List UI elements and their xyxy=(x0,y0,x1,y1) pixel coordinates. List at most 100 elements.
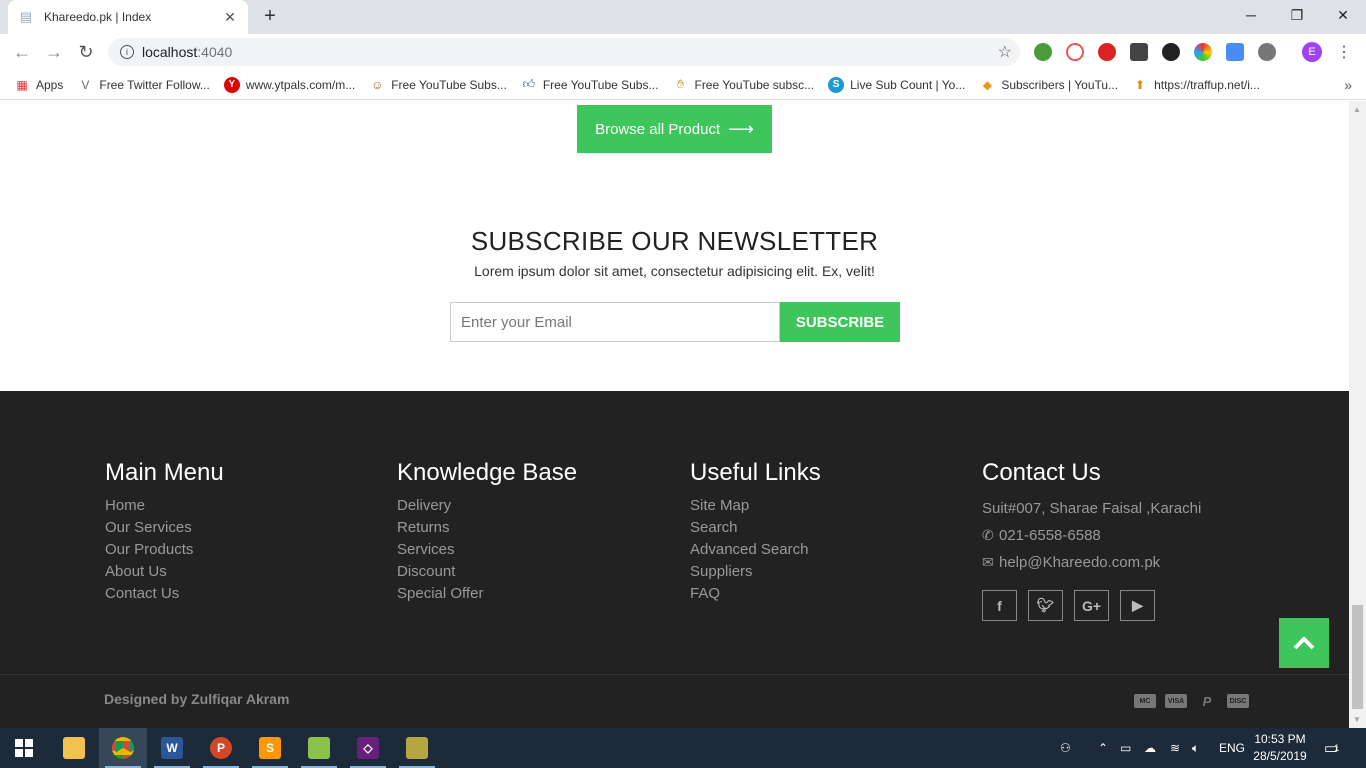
file-explorer-icon[interactable] xyxy=(50,728,98,768)
battery-icon[interactable]: ▭ xyxy=(1120,728,1131,768)
bookmark-star-icon[interactable]: ☆ xyxy=(998,42,1012,62)
word-icon[interactable]: W xyxy=(148,728,196,768)
y-icon: Y xyxy=(223,76,240,93)
extension-icon[interactable] xyxy=(1066,43,1084,61)
footer-main-menu: Main Menu Home Our Services Our Products… xyxy=(105,459,224,605)
footer-link[interactable]: Returns xyxy=(397,517,577,539)
address-bar[interactable]: i localhost:4040 ☆ xyxy=(108,38,1020,66)
tb-extension-icon[interactable] xyxy=(1130,43,1148,61)
sublime-text-icon[interactable]: S xyxy=(246,728,294,768)
bookmark-label: Free YouTube Subs... xyxy=(542,77,659,92)
word-logo-icon: W xyxy=(161,737,183,759)
bookmark-item[interactable]: Ywww.ytpals.com/m... xyxy=(217,76,362,93)
footer-link[interactable]: Advanced Search xyxy=(690,539,821,561)
scroll-down-icon[interactable]: ▼ xyxy=(1353,715,1361,724)
footer-link[interactable]: Delivery xyxy=(397,495,577,517)
bookmark-item[interactable]: ✋︎ Free YouTube subsc... xyxy=(665,77,821,93)
contact-phone: ✆ 021-6558-6588 xyxy=(982,522,1201,549)
email-input[interactable] xyxy=(450,302,780,342)
newsletter-title: SUBSCRIBE OUR NEWSLETTER xyxy=(470,226,879,256)
arrow-right-icon: ⟶ xyxy=(728,118,754,139)
browser-menu-icon[interactable]: ⋮ xyxy=(1336,42,1352,62)
close-tab-icon[interactable]: ✕ xyxy=(222,9,238,26)
back-to-top-button[interactable] xyxy=(1279,618,1329,668)
people-icon[interactable]: ⚇ xyxy=(1060,728,1071,768)
start-icon[interactable] xyxy=(0,728,48,768)
powerpoint-logo-icon: P xyxy=(210,737,232,759)
vs-logo-icon: ◇ xyxy=(357,737,379,759)
sublime-logo-icon: S xyxy=(259,737,281,759)
k-extension-icon[interactable] xyxy=(1162,43,1180,61)
address-port: :4040 xyxy=(197,44,233,60)
footer-link[interactable]: Our Products xyxy=(105,539,224,561)
info-icon[interactable]: i xyxy=(120,45,134,59)
forward-icon[interactable]: → xyxy=(38,36,70,68)
footer-heading: Useful Links xyxy=(690,459,821,486)
facebook-icon[interactable]: f xyxy=(982,590,1017,621)
browse-all-products-button[interactable]: Browse all Product ⟶ xyxy=(577,105,772,153)
footer-link[interactable]: FAQ xyxy=(690,583,821,605)
bookmark-item[interactable]: V Free Twitter Follow... xyxy=(70,77,216,93)
diamond-icon: ◆ xyxy=(982,77,992,92)
footer-link[interactable]: Search xyxy=(690,517,821,539)
footer-knowledge-base: Knowledge Base Delivery Returns Services… xyxy=(397,459,577,605)
visual-studio-icon[interactable]: ◇ xyxy=(344,728,392,768)
more-bookmarks-icon[interactable]: » xyxy=(1344,77,1352,93)
email-address[interactable]: help@Khareedo.com.pk xyxy=(999,554,1160,571)
footer-link[interactable]: Special Offer xyxy=(397,583,577,605)
close-window-button[interactable]: ✕ xyxy=(1320,0,1366,30)
footer-link[interactable]: Site Map xyxy=(690,495,821,517)
extension-icon[interactable] xyxy=(1226,43,1244,61)
chevron-up-icon xyxy=(1293,636,1315,650)
footer-link[interactable]: Discount xyxy=(397,561,577,583)
google-plus-icon[interactable]: G+ xyxy=(1074,590,1109,621)
wifi-icon[interactable]: ≋ xyxy=(1170,728,1180,768)
restore-button[interactable]: ❐ xyxy=(1274,0,1320,30)
minimize-button[interactable]: ─ xyxy=(1228,0,1274,30)
browser-toolbar: ← → ↻ i localhost:4040 ☆ E ⋮ xyxy=(0,34,1366,70)
payment-methods: MC VISA P DISC xyxy=(1134,694,1258,709)
notepad-plus-icon[interactable] xyxy=(295,728,343,768)
v-icon: V xyxy=(81,77,90,92)
footer-link[interactable]: Contact Us xyxy=(105,583,224,605)
subscribe-button[interactable]: SUBSCRIBE xyxy=(780,302,900,342)
page-viewport: Browse all Product ⟶ SUBSCRIBE OUR NEWSL… xyxy=(0,101,1349,728)
language-indicator[interactable]: ENG xyxy=(1219,728,1245,768)
powerpoint-icon[interactable]: P xyxy=(197,728,245,768)
contact-email: ✉ help@Khareedo.com.pk xyxy=(982,549,1201,576)
bookmark-item[interactable]: ☺ Free YouTube Subs... xyxy=(362,77,514,93)
onedrive-icon[interactable]: ☁ xyxy=(1144,728,1156,768)
extension-icon[interactable] xyxy=(1034,43,1052,61)
profile-avatar[interactable]: E xyxy=(1302,42,1322,62)
footer-link[interactable]: Home xyxy=(105,495,224,517)
footer-link[interactable]: Our Services xyxy=(105,517,224,539)
bookmark-item[interactable]: 👍︎ Free YouTube Subs... xyxy=(514,77,666,93)
chrome-icon[interactable] xyxy=(99,728,147,768)
twitter-icon[interactable]: 🐦︎ xyxy=(1028,590,1063,621)
bookmark-item[interactable]: ◆ Subscribers | YouTu... xyxy=(972,77,1125,93)
reload-icon[interactable]: ↻ xyxy=(70,36,102,68)
bookmark-item[interactable]: ⬆ https://traffup.net/i... xyxy=(1125,77,1267,93)
settings-extension-icon[interactable] xyxy=(1258,43,1276,61)
notifications-icon[interactable]: ▭ 1 xyxy=(1324,728,1339,768)
bookmark-item[interactable]: S Live Sub Count | Yo... xyxy=(821,76,972,93)
new-tab-button[interactable]: + xyxy=(258,4,282,28)
heart-extension-icon[interactable] xyxy=(1098,43,1116,61)
scroll-up-icon[interactable]: ▲ xyxy=(1353,105,1361,114)
color-extension-icon[interactable] xyxy=(1194,43,1212,61)
show-hidden-icons[interactable]: ⌃ xyxy=(1098,728,1108,768)
footer-link[interactable]: Suppliers xyxy=(690,561,821,583)
footer-link[interactable]: About Us xyxy=(105,561,224,583)
page-scrollbar[interactable]: ▲ ▼ xyxy=(1349,101,1366,728)
footer-divider xyxy=(0,674,1349,675)
youtube-icon[interactable]: ▶ xyxy=(1120,590,1155,621)
browser-tab[interactable]: ▤ Khareedo.pk | Index ✕ xyxy=(8,0,248,34)
footer-link[interactable]: Services xyxy=(397,539,577,561)
system-clock[interactable]: 10:53 PM 28/5/2019 xyxy=(1250,731,1310,765)
folder-icon xyxy=(63,737,85,759)
bookmark-apps[interactable]: ▦ Apps xyxy=(7,77,70,93)
scrollbar-thumb[interactable] xyxy=(1352,605,1363,709)
tools-app-icon[interactable] xyxy=(393,728,441,768)
volume-icon[interactable]: 🔈︎ xyxy=(1192,728,1199,768)
back-icon[interactable]: ← xyxy=(6,36,38,68)
